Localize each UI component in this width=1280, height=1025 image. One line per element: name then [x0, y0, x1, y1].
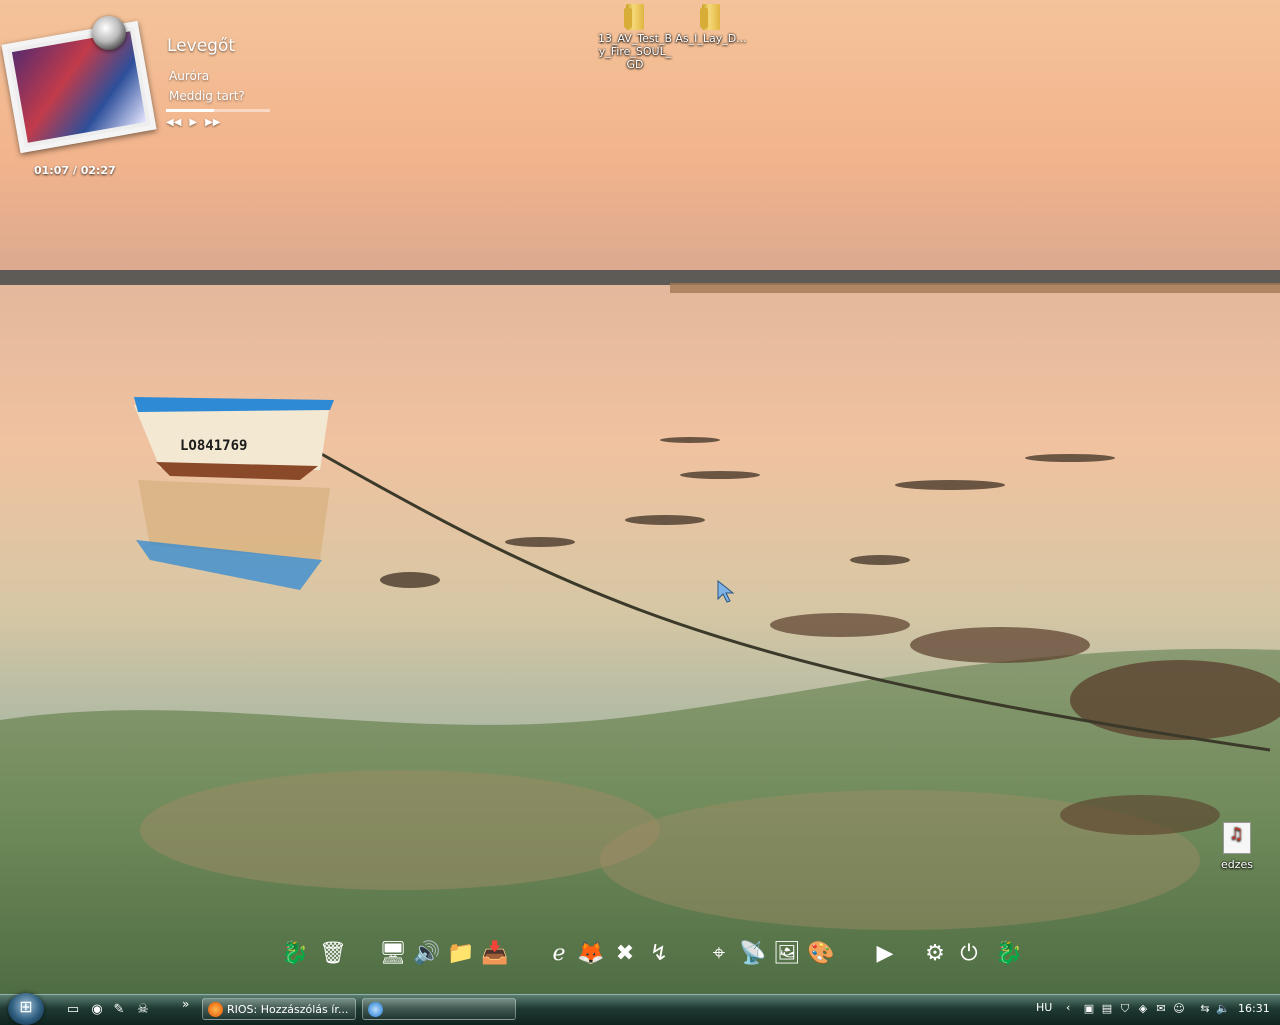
desktop-icon-label: edzes: [1220, 858, 1254, 871]
taskbar-button-firefox[interactable]: RIOS: Hozzászólás ír...: [202, 998, 356, 1020]
progress-fill: [166, 109, 214, 112]
start-button[interactable]: ⊞: [8, 993, 44, 1025]
power-icon[interactable]: ⏻: [952, 934, 986, 972]
firefox-quicklaunch-icon[interactable]: ◉: [88, 1001, 106, 1019]
monitor-tray-icon[interactable]: ▣: [1082, 1002, 1096, 1016]
language-indicator[interactable]: HU: [1036, 1001, 1052, 1014]
album-name: Meddig tart?: [169, 89, 245, 103]
computer-icon[interactable]: 🖥: [376, 934, 410, 972]
playback-controls: ◀◀ ▶ ▶▶: [166, 117, 220, 128]
gear-icon[interactable]: ⚙: [918, 934, 952, 972]
firefox-icon: [208, 1002, 223, 1017]
mouse-cursor-icon: [717, 580, 735, 603]
user-tray-icon[interactable]: ☺: [1172, 1002, 1186, 1016]
desktop-folder-as-i-lay[interactable]: As_I_Lay_D...: [672, 2, 750, 45]
previous-track-button[interactable]: ◀◀: [166, 117, 181, 128]
volume-tray-icon[interactable]: 🔈: [1216, 1002, 1230, 1016]
taskbar: ⊞ ▭ ◉ ✎ ☠ » RIOS: Hozzászólás ír... HU ‹…: [0, 993, 1280, 1025]
photo-viewer-icon[interactable]: 🖼: [770, 934, 804, 972]
notepad-quicklaunch-icon[interactable]: ✎: [110, 1001, 128, 1019]
dock-bar: 🐉 🗑 🖥 🔊 📁 📥 ℯ 🦊 ✖ ↯ ⌖ 📡 🖼 🎨 ▶ ⚙ ⏻ 🐉: [270, 934, 1030, 978]
image-editor-icon[interactable]: 🎨: [804, 934, 838, 972]
speaker-icon[interactable]: 🔊: [410, 934, 444, 972]
blue-arrow-icon[interactable]: ▶: [868, 934, 902, 972]
song-title: Levegőt: [167, 36, 236, 56]
recycle-bin-icon[interactable]: 🗑: [316, 934, 350, 972]
skull-quicklaunch-icon[interactable]: ☠: [134, 1001, 152, 1019]
network-tray-icon[interactable]: ⇆: [1198, 1002, 1212, 1016]
desktop-file-edzes[interactable]: edzes: [1198, 822, 1276, 871]
app-icon: [368, 1002, 383, 1017]
folder-icon: [700, 2, 722, 30]
artist-name: Auróra: [169, 69, 210, 83]
show-desktop-icon[interactable]: ▭: [64, 1001, 82, 1019]
download-folder-icon[interactable]: 📥: [478, 934, 512, 972]
folder-icon: [624, 2, 646, 30]
clock[interactable]: 16:31: [1238, 1002, 1270, 1015]
volume-knob-icon[interactable]: [92, 16, 126, 50]
task-label: RIOS: Hozzászólás ír...: [227, 1003, 349, 1016]
desktop-icon-label: As_I_Lay_D...: [675, 32, 747, 45]
progress-bar[interactable]: [166, 109, 270, 112]
playback-time: 01:07 / 02:27: [34, 164, 116, 177]
windows-logo-icon: ⊞: [19, 997, 33, 1016]
album-art-icon[interactable]: [1, 20, 157, 154]
taskbar-button-app[interactable]: [362, 998, 516, 1020]
next-track-button[interactable]: ▶▶: [205, 117, 220, 128]
antivirus-tray-icon[interactable]: ◈: [1136, 1002, 1150, 1016]
network-icon[interactable]: ↯: [642, 934, 676, 972]
graph-tray-icon[interactable]: ▤: [1100, 1002, 1114, 1016]
cursor-tool-icon[interactable]: ⌖: [702, 934, 736, 972]
folder-stack-icon[interactable]: 📁: [444, 934, 478, 972]
desktop-icon-label: 13_AV_Test_B y_Fire_SOUL_ GD: [597, 32, 673, 71]
play-button[interactable]: ▶: [189, 117, 197, 128]
desktop-folder-13-av-test[interactable]: 13_AV_Test_B y_Fire_SOUL_ GD: [596, 2, 674, 71]
quick-launch-expand-button[interactable]: »: [182, 997, 189, 1011]
internet-explorer-icon[interactable]: ℯ: [542, 934, 576, 972]
firefox-icon[interactable]: 🦊: [574, 934, 608, 972]
music-player-widget: Levegőt Auróra Meddig tart? ◀◀ ▶ ▶▶ 01:0…: [0, 10, 290, 185]
tray-expand-button[interactable]: ‹: [1066, 1001, 1070, 1014]
satellite-icon[interactable]: 📡: [736, 934, 770, 972]
dragon2-icon[interactable]: 🐉: [992, 934, 1026, 972]
shield-tray-icon[interactable]: ⛉: [1118, 1002, 1132, 1016]
svg-text:LO841769: LO841769: [180, 438, 247, 454]
dragon-icon[interactable]: 🐉: [278, 934, 312, 972]
mail-tray-icon[interactable]: ✉: [1154, 1002, 1168, 1016]
x-app-icon[interactable]: ✖: [608, 934, 642, 972]
playlist-file-icon: [1223, 822, 1251, 854]
